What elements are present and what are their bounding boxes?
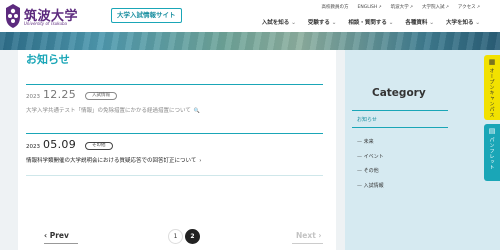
search-icon: 🔍 [193,108,201,114]
util-link-access[interactable]: アクセス [458,4,480,10]
divider [352,110,448,111]
calendar-icon: ▦ [488,58,496,66]
sidebar-item-future[interactable]: 未来 [357,138,384,153]
pager-prev-button[interactable]: ‹ Prev [44,231,69,240]
divider [26,175,323,176]
sidebar-title: Category [372,87,426,99]
news-title[interactable]: 大学入学共通テスト「情報」の免除措置にかかる経過措置について [26,108,191,114]
divider [292,243,323,244]
divider [26,133,323,134]
page-title: お知らせ [26,53,70,66]
nav-item-know-university[interactable]: 大学を知る [446,18,480,26]
util-link-english[interactable]: ENGLISH [358,4,382,10]
utility-links: 高校教員の方 ENGLISH 筑波大学 大学院入試 アクセス [322,4,481,10]
university-name-en: University of Tsukuba [24,21,68,26]
sidebar-item-event[interactable]: イベント [357,153,384,168]
divider [44,243,78,244]
pamphlet-label: パンフレット [488,137,495,170]
site-badge[interactable]: 大学入試情報サイト [111,8,182,23]
site-header: 筑波大学 University of Tsukuba 大学入試情報サイト 高校教… [0,0,500,32]
university-crest-icon[interactable] [4,3,22,29]
news-date: 05.09 [43,138,76,151]
open-campus-label: オープンキャンパス [488,68,495,118]
nav-item-take-exam[interactable]: 受験する [308,18,337,26]
news-item[interactable]: 2023 12.25 入試情報 大学入学共通テスト「情報」の免除措置にかかる経過… [26,88,323,114]
book-icon: ▤ [488,127,496,135]
divider [26,84,323,85]
page-1-button[interactable]: 1 [168,229,183,244]
divider [352,127,448,128]
main-nav: 入試を知る 受験する 相談・質問する 各種資料 大学を知る [262,18,480,26]
page-2-button-current[interactable]: 2 [185,229,200,244]
sidebar-item-current[interactable]: お知らせ [357,116,377,123]
sidebar-item-other[interactable]: その他 [357,167,384,182]
pager-next-button[interactable]: Next › [296,231,322,240]
category-list: 未来 イベント その他 入試情報 [357,138,384,196]
news-year: 2023 [26,94,40,100]
chevron-right-icon: › [315,231,322,240]
chevron-right-icon: › [199,158,202,164]
pamphlet-tab[interactable]: ▤ パンフレット [484,124,500,181]
nav-item-documents[interactable]: 各種資料 [405,18,434,26]
sidebar-item-admission[interactable]: 入試情報 [357,182,384,197]
news-year: 2023 [26,144,40,150]
news-category-tag: その他 [85,142,113,150]
open-campus-tab[interactable]: ▦ オープンキャンパス [484,55,500,120]
util-link-teachers[interactable]: 高校教員の方 [322,4,349,10]
hero-image-strip [0,32,500,50]
news-date: 12.25 [43,88,76,101]
news-category-tag: 入試情報 [85,92,117,100]
nav-item-know-exam[interactable]: 入試を知る [262,18,296,26]
util-link-graduate[interactable]: 大学院入試 [422,4,449,10]
news-title[interactable]: 情報科学類開催の大学説明会における質疑応答での回答訂正について [26,158,196,164]
nav-item-consult[interactable]: 相談・質問する [348,18,393,26]
util-link-university[interactable]: 筑波大学 [391,4,413,10]
news-item[interactable]: 2023 05.09 その他 情報科学類開催の大学説明会における質疑応答での回答… [26,138,323,164]
